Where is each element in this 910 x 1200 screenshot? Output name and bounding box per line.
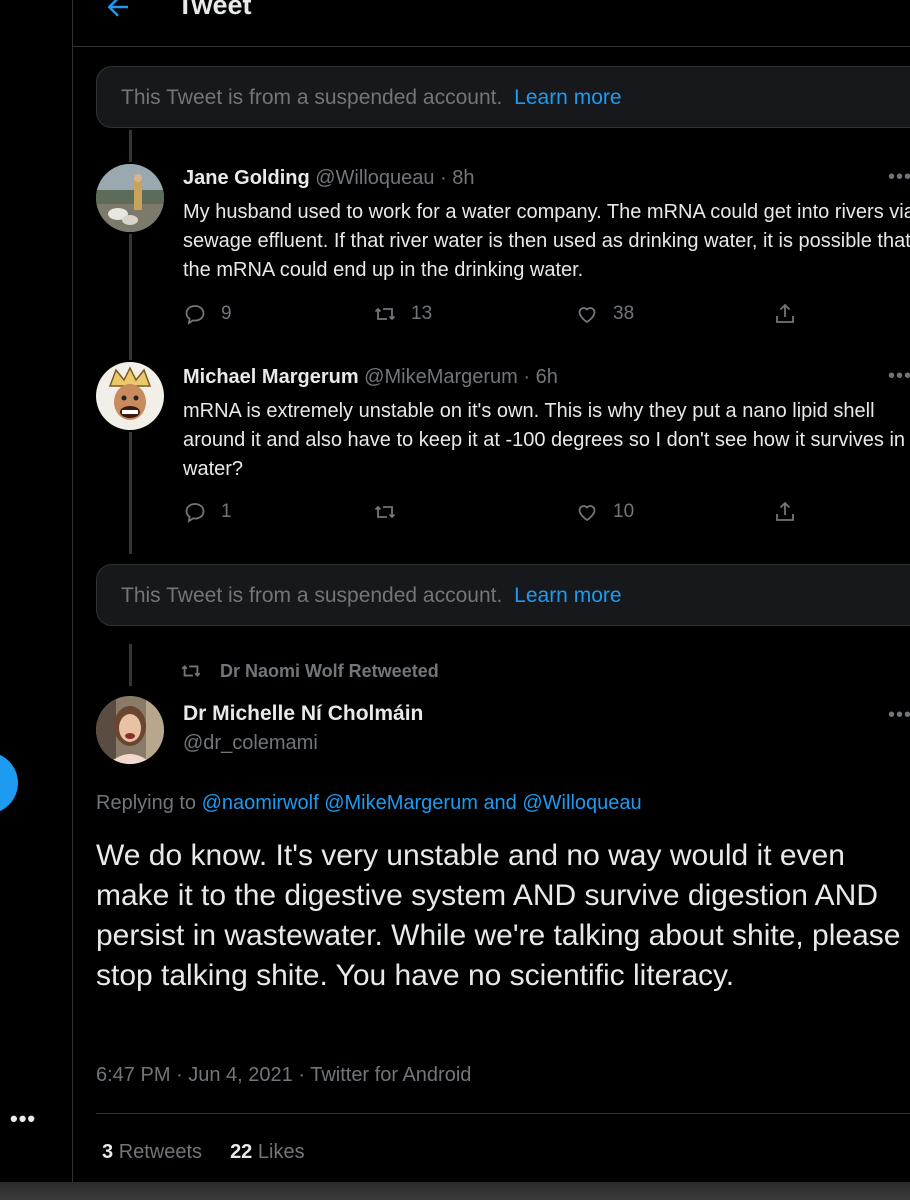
main-tweet-text: We do know. It's very unstable and no wa… xyxy=(96,839,901,992)
replying-to: Replying to @naomirwolf @MikeMargerum an… xyxy=(96,792,642,815)
retweet-icon xyxy=(181,665,201,677)
retweet-button[interactable]: 13 xyxy=(373,302,432,326)
reply-button[interactable]: 1 xyxy=(183,500,232,524)
user-handle[interactable]: @Willoqueau xyxy=(315,167,434,189)
avatar[interactable] xyxy=(96,362,164,430)
tweet-header: Michael Margerum @MikeMargerum · 6h xyxy=(183,366,558,388)
more-options-icon[interactable]: ••• xyxy=(888,704,910,727)
tweet-text: My husband used to work for a water comp… xyxy=(183,201,910,281)
tweet-actions: 1 10 xyxy=(183,500,910,530)
window-bottom-edge xyxy=(0,1182,910,1200)
thread-line xyxy=(129,432,132,554)
retweets-stat[interactable]: 3 Retweets xyxy=(102,1141,202,1163)
learn-more-link[interactable]: Learn more xyxy=(514,86,621,109)
avatar[interactable] xyxy=(96,164,164,232)
mention-and: and xyxy=(483,792,517,814)
retweeted-by: Dr Naomi Wolf Retweeted xyxy=(220,660,439,681)
sidebar-divider xyxy=(72,0,73,1182)
mention-link[interactable]: @MikeMargerum xyxy=(324,792,478,814)
retweet-button[interactable] xyxy=(373,500,411,524)
reply-button[interactable]: 9 xyxy=(183,302,232,326)
more-options-icon[interactable]: ••• xyxy=(888,166,910,189)
thread-line xyxy=(129,130,132,162)
tweet-text: mRNA is extremely unstable on it's own. … xyxy=(183,400,906,480)
reply-icon xyxy=(185,305,205,325)
heart-icon xyxy=(578,505,596,522)
tweet-timestamp[interactable]: 6:47 PM · Jun 4, 2021 · Twitter for Andr… xyxy=(96,1064,471,1087)
retweet-count: 13 xyxy=(411,303,433,324)
heart-icon xyxy=(578,307,596,324)
suspended-notice: This Tweet is from a suspended account. … xyxy=(96,66,910,128)
back-arrow-icon[interactable] xyxy=(103,0,133,22)
replying-prefix: Replying to xyxy=(96,792,197,814)
avatar[interactable] xyxy=(96,696,164,764)
retweet-icon xyxy=(374,307,396,321)
more-menu-icon[interactable]: ••• xyxy=(10,1106,36,1132)
user-name[interactable]: Jane Golding xyxy=(183,167,310,189)
more-options-icon[interactable]: ••• xyxy=(888,365,910,388)
page-title: Tweet xyxy=(177,0,252,20)
tweet-time[interactable]: 6h xyxy=(536,366,558,388)
suspended-notice: This Tweet is from a suspended account. … xyxy=(96,564,910,626)
learn-more-link[interactable]: Learn more xyxy=(514,584,621,607)
reply-icon xyxy=(185,503,205,523)
tweet-page: ••• Tweet This Tweet is from a suspended… xyxy=(0,0,910,1200)
stats-divider xyxy=(96,1113,910,1114)
like-button[interactable]: 10 xyxy=(575,500,634,524)
tweet-actions: 9 13 38 xyxy=(183,302,910,332)
retweeted-banner[interactable]: Dr Naomi Wolf Retweeted xyxy=(180,660,439,682)
share-button[interactable] xyxy=(773,500,811,524)
share-icon xyxy=(776,501,794,521)
user-handle[interactable]: @MikeMargerum xyxy=(364,366,518,388)
suspended-text: This Tweet is from a suspended account. xyxy=(121,86,503,109)
like-count: 38 xyxy=(613,303,635,324)
like-button[interactable]: 38 xyxy=(575,302,634,326)
compose-tweet-button[interactable] xyxy=(0,752,18,814)
suspended-text: This Tweet is from a suspended account. xyxy=(121,584,503,607)
user-name[interactable]: Dr Michelle Ní Cholmáin xyxy=(183,702,423,726)
likes-stat[interactable]: 22 Likes xyxy=(230,1141,305,1163)
mention-link[interactable]: @naomirwolf xyxy=(202,792,319,814)
retweet-icon xyxy=(374,505,396,519)
like-count: 10 xyxy=(613,501,635,522)
reply-count: 1 xyxy=(221,501,232,522)
page-header: Tweet xyxy=(73,0,910,47)
share-button[interactable] xyxy=(773,302,811,326)
user-name[interactable]: Michael Margerum xyxy=(183,366,359,388)
tweet-time[interactable]: 8h xyxy=(452,167,474,189)
thread-line xyxy=(129,644,132,686)
thread-line xyxy=(129,234,132,360)
reply-count: 9 xyxy=(221,303,232,324)
tweet-stats: 3 Retweets 22 Likes xyxy=(102,1141,305,1164)
share-icon xyxy=(776,303,794,323)
tweet-header: Jane Golding @Willoqueau · 8h xyxy=(183,167,475,189)
user-handle[interactable]: @dr_colemami xyxy=(183,732,318,755)
mention-link[interactable]: @Willoqueau xyxy=(522,792,641,814)
